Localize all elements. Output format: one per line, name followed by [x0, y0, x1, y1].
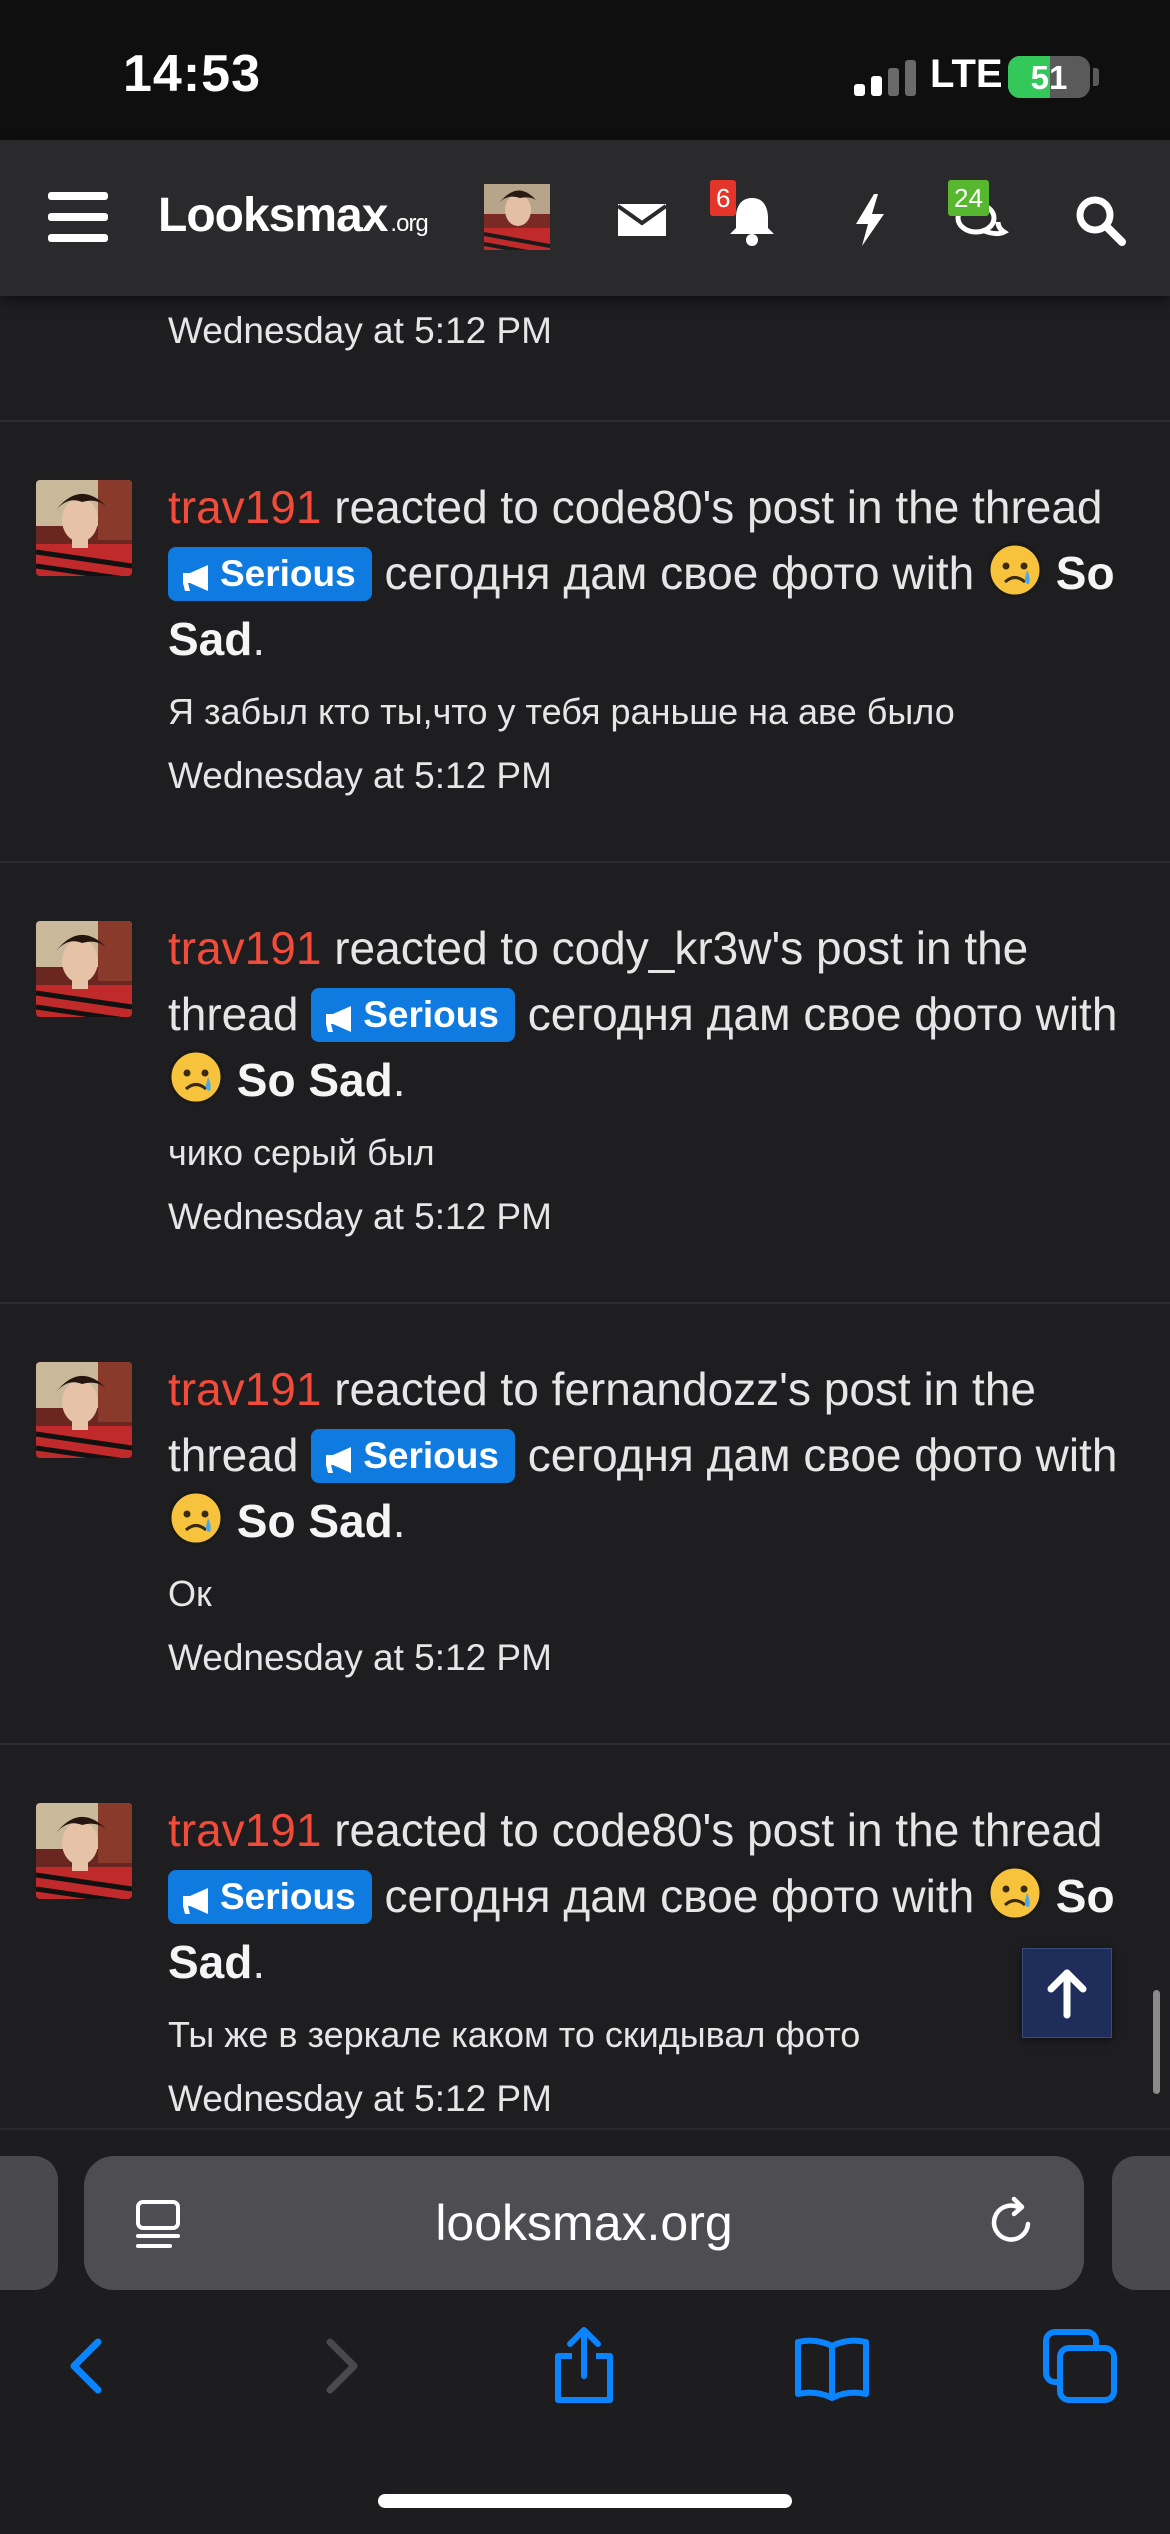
envelope-icon[interactable]: [612, 190, 672, 250]
alert-item[interactable]: trav191 reacted to fernandozz's post in …: [0, 1304, 1170, 1745]
username-link[interactable]: trav191: [168, 481, 321, 533]
tabs-icon[interactable]: [1040, 2326, 1120, 2406]
alert-list: trav191 reacted to code80's post in the …: [0, 422, 1170, 2186]
scroll-to-top-button[interactable]: [1022, 1948, 1112, 2038]
battery-cap: [1093, 68, 1099, 86]
status-time: 14:53: [123, 45, 261, 103]
logo-tld: .org: [390, 210, 428, 237]
search-icon[interactable]: [1070, 190, 1130, 250]
thread-title-link[interactable]: сегодня дам свое фото: [385, 1870, 880, 1922]
post-snippet: чико серый был: [168, 1132, 435, 1173]
avatar[interactable]: [36, 1803, 132, 1899]
megaphone-icon: [183, 1888, 208, 1914]
alert-body: trav191 reacted to cody_kr3w's post in t…: [168, 915, 1118, 1243]
alert-item[interactable]: trav191 reacted to code80's post in the …: [0, 422, 1170, 863]
conversations-badge: 24: [948, 180, 989, 216]
bookmarks-icon[interactable]: [792, 2326, 872, 2406]
alert-time: Wednesday at 5:12 PM: [168, 1196, 552, 1237]
previous-tab-preview[interactable]: [0, 2156, 58, 2290]
alert-time: Wednesday at 5:12 PM: [168, 755, 552, 796]
reaction-name: So Sad: [236, 1495, 393, 1547]
alert-time: Wednesday at 5:12 PM: [168, 310, 552, 351]
back-icon[interactable]: [48, 2326, 128, 2406]
status-bar: 14:53 LTE 51: [0, 0, 1170, 140]
arrow-up-icon: [1047, 1969, 1087, 2019]
menu-icon[interactable]: [48, 192, 108, 242]
thread-title-link[interactable]: сегодня дам свое фото: [385, 547, 880, 599]
megaphone-icon: [326, 1447, 352, 1473]
avatar[interactable]: [36, 480, 132, 576]
post-snippet: Я забыл кто ты,что у тебя раньше на аве …: [168, 691, 955, 732]
megaphone-icon: [183, 565, 208, 591]
username-link[interactable]: trav191: [168, 922, 321, 974]
prefix-label: Serious: [220, 1876, 356, 1917]
cellular-signal-icon: [854, 60, 918, 96]
alert-item[interactable]: trav191 reacted to cody_kr3w's post in t…: [0, 863, 1170, 1304]
alert-text: trav191 reacted to code80's post in the …: [168, 481, 1115, 665]
network-type: LTE: [930, 52, 1003, 96]
alert-action-text[interactable]: reacted to code80's post in the thread: [334, 481, 1102, 533]
thread-prefix-badge[interactable]: Serious: [311, 1429, 515, 1483]
alerts-feed: Wednesday at 5:12 PM trav191 reacted to …: [0, 296, 1170, 2186]
post-snippet: Ок: [168, 1573, 212, 1614]
alert-time: Wednesday at 5:12 PM: [168, 2078, 552, 2119]
share-icon[interactable]: [544, 2326, 624, 2406]
alert-text: trav191 reacted to fernandozz's post in …: [168, 1363, 1118, 1547]
site-logo[interactable]: Looksmax .org: [158, 188, 429, 243]
with-text: with: [892, 1870, 975, 1922]
thread-title-link[interactable]: сегодня дам свое фото: [528, 1429, 1023, 1481]
thread-title-link[interactable]: сегодня дам свое фото: [528, 988, 1023, 1040]
username-link[interactable]: trav191: [168, 1363, 321, 1415]
so-sad-emoji-icon: [168, 1490, 224, 1546]
bolt-icon[interactable]: [840, 190, 900, 250]
with-text: with: [1035, 988, 1118, 1040]
thread-prefix-badge[interactable]: Serious: [311, 988, 515, 1042]
user-avatar[interactable]: [483, 184, 551, 258]
forum-header: Looksmax .org 6 24: [0, 140, 1170, 296]
address-bar[interactable]: looksmax.org: [84, 2156, 1084, 2290]
username-link[interactable]: trav191: [168, 1804, 321, 1856]
megaphone-icon: [326, 1006, 352, 1032]
prefix-label: Serious: [363, 1435, 499, 1476]
scrollbar[interactable]: [1153, 1990, 1160, 2094]
alert-action-text[interactable]: reacted to code80's post in the thread: [334, 1804, 1102, 1856]
alert-item-partial[interactable]: Wednesday at 5:12 PM: [0, 296, 1170, 422]
url-text: looksmax.org: [435, 2195, 733, 2251]
forward-icon[interactable]: [300, 2326, 380, 2406]
so-sad-emoji-icon: [168, 1049, 224, 1105]
prefix-label: Serious: [363, 994, 499, 1035]
avatar[interactable]: [36, 1362, 132, 1458]
thread-prefix-badge[interactable]: Serious: [168, 1870, 372, 1924]
battery-percent: 51: [1030, 59, 1068, 96]
avatar[interactable]: [36, 921, 132, 1017]
alert-text: trav191 reacted to code80's post in the …: [168, 1804, 1115, 1988]
so-sad-emoji-icon: [987, 542, 1043, 598]
alert-body: trav191 reacted to fernandozz's post in …: [168, 1356, 1118, 1684]
reaction-name: So Sad: [236, 1054, 393, 1106]
with-text: with: [892, 547, 975, 599]
alert-time: Wednesday at 5:12 PM: [168, 1637, 552, 1678]
so-sad-emoji-icon: [987, 1865, 1043, 1921]
thread-prefix-badge[interactable]: Serious: [168, 547, 372, 601]
reload-icon[interactable]: [984, 2194, 1040, 2250]
next-tab-preview[interactable]: [1112, 2156, 1170, 2290]
battery-icon: 51: [1008, 56, 1090, 98]
alert-text: trav191 reacted to cody_kr3w's post in t…: [168, 922, 1118, 1106]
alert-item[interactable]: trav191 reacted to code80's post in the …: [0, 1745, 1170, 2186]
post-snippet: Ты же в зеркале каком то скидывал фото: [168, 2014, 861, 2055]
browser-toolbar: looksmax.org: [0, 2128, 1170, 2534]
home-indicator[interactable]: [378, 2494, 792, 2508]
with-text: with: [1035, 1429, 1118, 1481]
alert-body: trav191 reacted to code80's post in the …: [168, 1797, 1118, 2125]
prefix-label: Serious: [220, 553, 356, 594]
alert-body: trav191 reacted to code80's post in the …: [168, 474, 1118, 802]
alerts-badge: 6: [710, 180, 737, 216]
logo-main: Looksmax: [158, 189, 388, 242]
